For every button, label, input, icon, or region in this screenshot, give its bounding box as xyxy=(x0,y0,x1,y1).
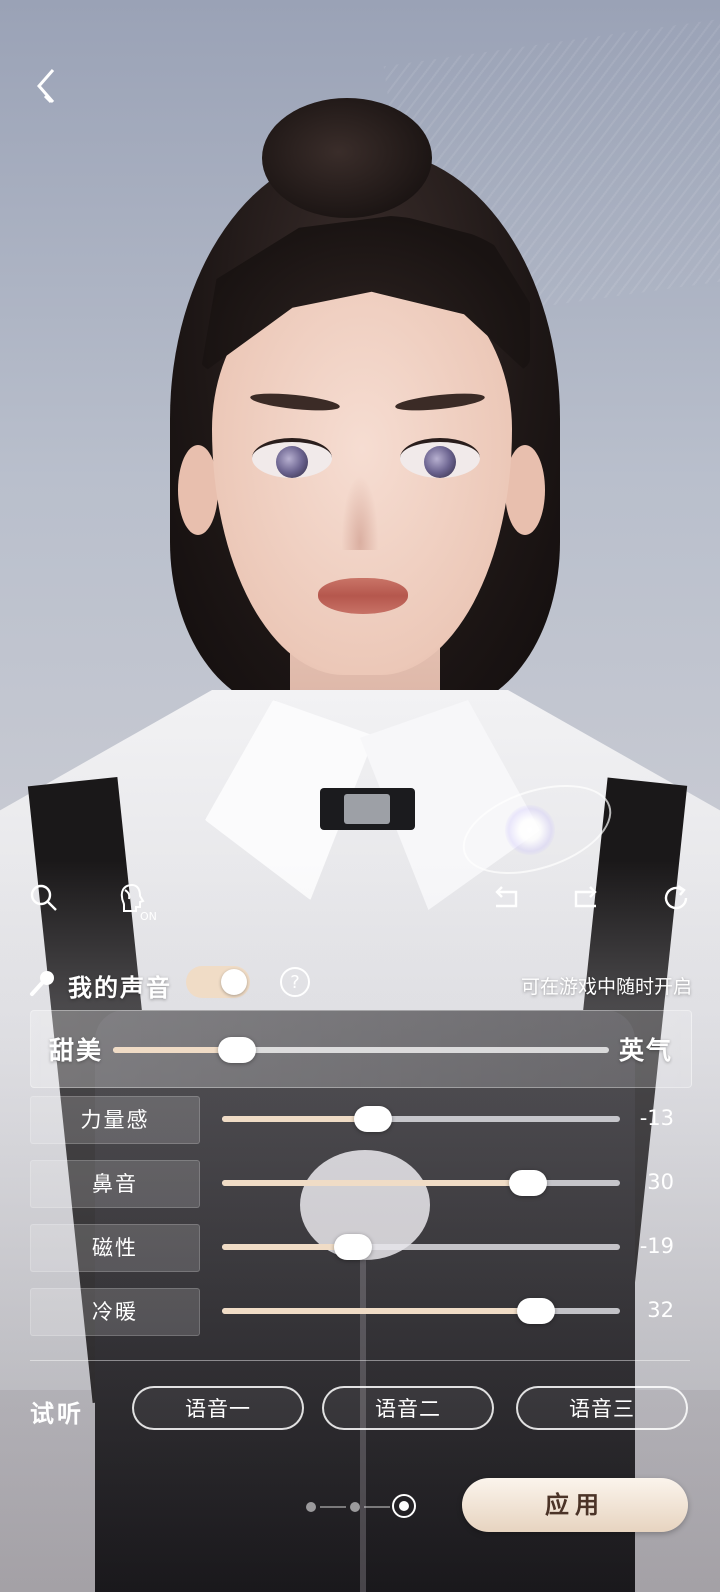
apply-button[interactable]: 应用 xyxy=(462,1478,688,1532)
redo-icon xyxy=(574,886,597,908)
main-slider-track[interactable] xyxy=(113,1037,609,1063)
voice-sample-2-button[interactable]: 语音二 xyxy=(322,1386,494,1430)
search-icon xyxy=(30,884,57,911)
reset-button[interactable] xyxy=(656,878,696,918)
search-button[interactable] xyxy=(24,878,64,918)
chevron-left-icon xyxy=(37,69,55,104)
param-slider-fill xyxy=(222,1180,529,1186)
param-value: 30 xyxy=(647,1170,674,1194)
param-slider-track[interactable] xyxy=(222,1234,620,1260)
page-dot-connector xyxy=(364,1506,390,1508)
redo-button[interactable] xyxy=(566,878,606,918)
param-row-strength: 力量感 -13 xyxy=(30,1096,690,1144)
param-row-nasal: 鼻音 30 xyxy=(30,1160,690,1208)
param-label: 冷暖 xyxy=(30,1288,200,1336)
param-slider-knob[interactable] xyxy=(509,1170,548,1196)
param-slider-fill xyxy=(222,1308,537,1314)
reset-icon xyxy=(664,885,688,910)
param-slider-knob[interactable] xyxy=(517,1298,556,1324)
listen-label: 试听 xyxy=(30,1400,84,1428)
page-dot-2[interactable] xyxy=(350,1502,360,1512)
my-voice-toggle[interactable] xyxy=(186,966,250,998)
voice-sample-1-button[interactable]: 语音一 xyxy=(132,1386,304,1430)
param-slider-track[interactable] xyxy=(222,1106,620,1132)
page-dot-3-active[interactable] xyxy=(392,1494,416,1518)
main-slider-knob[interactable] xyxy=(218,1037,256,1063)
question-icon[interactable]: ? xyxy=(280,967,310,997)
param-row-magnetic: 磁性 -19 xyxy=(30,1224,690,1272)
param-label: 磁性 xyxy=(30,1224,200,1272)
my-voice-label: 我的声音 xyxy=(68,974,172,1002)
param-value: 32 xyxy=(647,1298,674,1322)
head-view-badge: ON xyxy=(140,910,157,923)
my-voice-row: 我的声音 ? 可在游戏中随时开启 xyxy=(0,958,720,1008)
slider-right-label: 英气 xyxy=(618,1036,673,1065)
page-dot-1[interactable] xyxy=(306,1502,316,1512)
param-slider-fill xyxy=(222,1116,374,1122)
param-slider-knob[interactable] xyxy=(334,1234,373,1260)
toggle-knob xyxy=(221,969,247,995)
param-row-warmth: 冷暖 32 xyxy=(30,1288,690,1336)
param-label: 力量感 xyxy=(30,1096,200,1144)
param-slider-track[interactable] xyxy=(222,1298,620,1324)
page-indicator xyxy=(300,1494,420,1518)
voice-sample-3-button[interactable]: 语音三 xyxy=(516,1386,688,1430)
divider xyxy=(30,1360,690,1361)
param-value: -13 xyxy=(639,1106,674,1130)
param-slider-track[interactable] xyxy=(222,1170,620,1196)
slider-left-label: 甜美 xyxy=(49,1036,104,1065)
microphone-icon xyxy=(30,971,54,996)
page-dot-connector xyxy=(320,1506,346,1508)
param-label: 鼻音 xyxy=(30,1160,200,1208)
voice-hint: 可在游戏中随时开启 xyxy=(520,976,692,998)
back-button[interactable] xyxy=(24,64,68,108)
param-value: -19 xyxy=(639,1234,674,1258)
sweet-heroic-slider: 甜美 英气 xyxy=(30,1010,692,1088)
voice-editor-panel: ON 我的声音 ? 可在游戏中随时开启 甜美 英气 力量感 -13 鼻音 30 … xyxy=(0,0,720,1592)
undo-icon xyxy=(495,886,518,908)
param-slider-knob[interactable] xyxy=(354,1106,393,1132)
undo-button[interactable] xyxy=(486,878,526,918)
